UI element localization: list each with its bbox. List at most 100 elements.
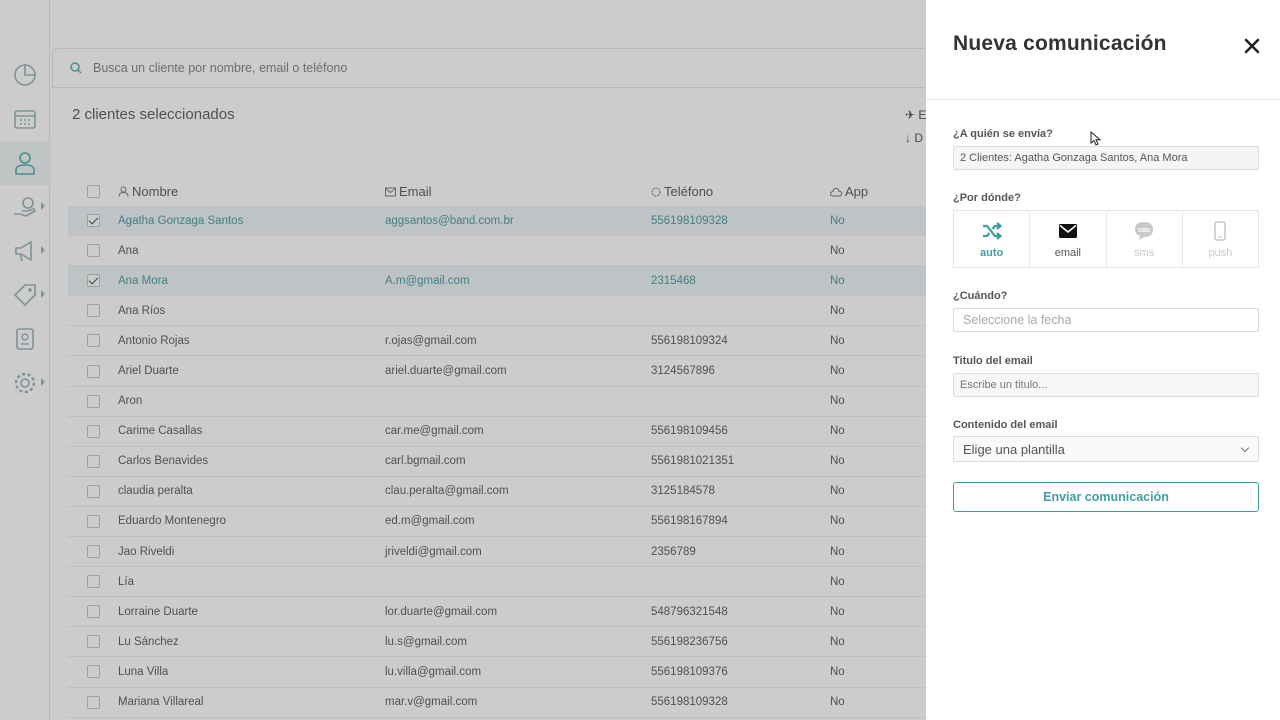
client-name[interactable]: Ariel Duarte — [118, 365, 385, 377]
select-all-checkbox[interactable] — [86, 184, 100, 198]
nav-documents[interactable] — [0, 317, 50, 361]
row-checkbox[interactable] — [86, 364, 100, 378]
nav-clients[interactable] — [0, 141, 50, 185]
client-app-status: No — [830, 455, 845, 468]
client-phone: 3125184578 — [651, 485, 715, 498]
table-row[interactable]: Carlos Benavides carl.bgmail.com 556198102… — [68, 447, 968, 477]
client-name[interactable]: Lu Sánchez — [118, 636, 385, 648]
col-app-header[interactable]: App — [830, 184, 910, 199]
table-row[interactable]: Ariel Duarte ariel.duarte@gmail.com 312456… — [68, 356, 968, 387]
row-checkbox[interactable] — [86, 484, 100, 498]
row-checkbox[interactable] — [86, 514, 100, 528]
client-phone: 2315468 — [651, 274, 696, 287]
client-email: lu.s@gmail.com — [385, 635, 467, 648]
client-email: mar.v@gmail.com — [385, 696, 478, 709]
table-row[interactable]: Ana Ríos No — [68, 296, 968, 327]
table-row[interactable]: Carime Casallas car.me@gmail.com 556198109… — [68, 417, 968, 447]
client-name[interactable]: Eduardo Montenegro — [118, 515, 385, 527]
client-name[interactable]: Ana Mora — [118, 275, 385, 287]
search-placeholder[interactable]: Busca un cliente por nombre, email o tel… — [93, 61, 347, 75]
client-name[interactable]: Mariana Villareal — [118, 696, 385, 708]
row-checkbox[interactable] — [86, 334, 100, 348]
row-checkbox[interactable] — [86, 304, 100, 318]
table-row[interactable]: Aron No — [68, 387, 968, 417]
table-row[interactable]: Eduardo Montenegro ed.m@gmail.com 55619816… — [68, 507, 968, 538]
table-row[interactable]: Lía No — [68, 567, 968, 598]
download-action[interactable]: ↓ D — [905, 127, 926, 150]
envelope-outline-icon — [385, 187, 396, 196]
client-email: r.ojas@gmail.com — [385, 334, 477, 347]
row-checkbox[interactable] — [86, 575, 100, 589]
client-app-status: No — [830, 696, 845, 709]
client-name[interactable]: Agatha Gonzaga Santos — [118, 215, 385, 227]
search-icon — [70, 62, 82, 74]
client-email: ed.m@gmail.com — [385, 515, 475, 528]
nav-marketing[interactable] — [0, 229, 50, 273]
client-app-status: No — [830, 575, 845, 588]
client-name[interactable]: Lorraine Duarte — [118, 606, 385, 618]
client-phone: 3124567896 — [651, 365, 715, 378]
table-row[interactable]: Jao Riveldi jriveldi@gmail.com 2356789 No — [68, 537, 968, 568]
row-checkbox[interactable] — [86, 545, 100, 559]
nav-dashboard[interactable] — [0, 53, 50, 97]
table-row[interactable]: Mariana Villareal mar.v@gmail.com 55619810… — [68, 688, 968, 718]
channel-sms[interactable]: SMS sms — [1107, 211, 1183, 267]
col-email-header[interactable]: Email — [385, 184, 651, 199]
client-email: lor.duarte@gmail.com — [385, 605, 498, 618]
table-row[interactable]: Luna Villa lu.villa@gmail.com 556198109376… — [68, 657, 968, 688]
row-checkbox[interactable] — [86, 274, 100, 288]
nav-calendar[interactable] — [0, 97, 50, 141]
date-picker-field[interactable]: Seleccione la fecha — [953, 308, 1259, 332]
row-checkbox[interactable] — [86, 394, 100, 408]
client-name[interactable]: Carime Casallas — [118, 425, 385, 437]
client-app-status: No — [830, 515, 845, 528]
client-app-status: No — [830, 665, 845, 678]
paper-plane-icon: ✈ — [905, 108, 916, 122]
table-row[interactable]: claudia peralta clau.peralta@gmail.com 312… — [68, 477, 968, 507]
client-phone: 556198109328 — [651, 696, 728, 709]
row-checkbox[interactable] — [86, 605, 100, 619]
client-name[interactable]: Aron — [118, 395, 385, 407]
client-app-status: No — [830, 334, 845, 347]
client-name[interactable]: Jao Riveldi — [118, 546, 385, 558]
drawer-divider — [926, 99, 1280, 100]
client-name[interactable]: Lía — [118, 576, 385, 588]
row-checkbox[interactable] — [86, 635, 100, 649]
row-checkbox[interactable] — [86, 695, 100, 709]
col-name-header[interactable]: Nombre — [118, 184, 385, 199]
channel-push[interactable]: push — [1183, 211, 1258, 267]
col-phone-header[interactable]: Teléfono — [651, 184, 830, 199]
client-name[interactable]: Ana — [118, 245, 385, 257]
email-subject-input[interactable]: Escribe un titulo... — [953, 373, 1259, 397]
client-email: ariel.duarte@gmail.com — [385, 365, 507, 378]
close-icon[interactable] — [1242, 36, 1262, 56]
table-row[interactable]: Agatha Gonzaga Santos aggsantos@band.com.… — [68, 206, 968, 237]
row-checkbox[interactable] — [86, 454, 100, 468]
template-select[interactable]: Elige una plantilla — [953, 436, 1259, 462]
row-checkbox[interactable] — [86, 244, 100, 258]
client-name[interactable]: claudia peralta — [118, 485, 385, 497]
table-row[interactable]: Lu Sánchez lu.s@gmail.com 556198236756 No — [68, 627, 968, 658]
client-name[interactable]: Carlos Benavides — [118, 455, 385, 467]
table-row[interactable]: Ana Mora A.m@gmail.com 2315468 No — [68, 266, 968, 297]
envelope-icon — [1058, 224, 1077, 238]
nav-settings[interactable] — [0, 361, 50, 405]
client-name[interactable]: Ana Ríos — [118, 305, 385, 317]
send-communication-button[interactable]: Enviar comunicación — [953, 482, 1259, 512]
nav-promotions[interactable] — [0, 273, 50, 317]
client-app-status: No — [830, 485, 845, 498]
hand-money-icon — [14, 197, 37, 217]
row-checkbox[interactable] — [86, 424, 100, 438]
channel-email[interactable]: email — [1030, 211, 1107, 267]
send-action[interactable]: ✈ E — [905, 104, 926, 127]
table-row[interactable]: Antonio Rojas r.ojas@gmail.com 55619810932… — [68, 326, 968, 357]
channel-auto[interactable]: auto — [954, 211, 1031, 267]
client-name[interactable]: Antonio Rojas — [118, 335, 385, 347]
bulk-actions: ✈ E ↓ D — [905, 104, 926, 150]
table-row[interactable]: Lorraine Duarte lor.duarte@gmail.com 54879… — [68, 597, 968, 628]
row-checkbox[interactable] — [86, 214, 100, 228]
row-checkbox[interactable] — [86, 665, 100, 679]
nav-payments[interactable] — [0, 185, 50, 229]
client-name[interactable]: Luna Villa — [118, 666, 385, 678]
table-row[interactable]: Ana No — [68, 236, 968, 267]
